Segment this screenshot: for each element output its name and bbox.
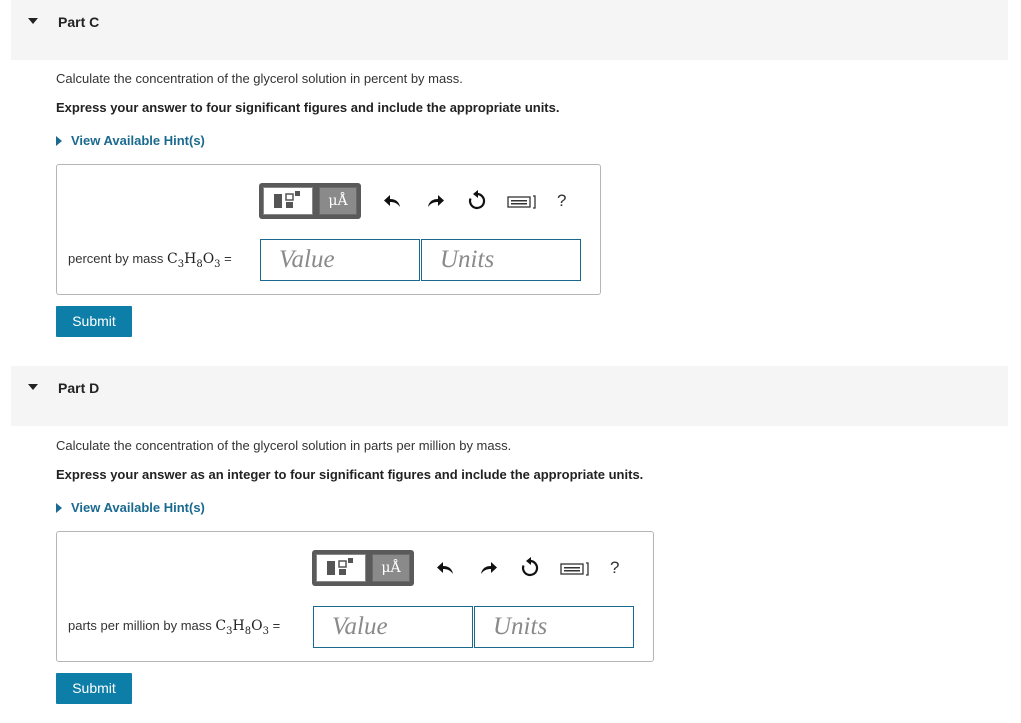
redo-icon[interactable] xyxy=(423,189,447,213)
part-c-header[interactable]: Part C xyxy=(11,0,1008,60)
templates-icon xyxy=(274,191,300,208)
submit-button[interactable]: Submit xyxy=(56,306,132,337)
view-hints-link[interactable]: View Available Hint(s) xyxy=(56,133,205,148)
instruction-text: Express your answer to four significant … xyxy=(56,100,560,115)
equals-sign: = xyxy=(272,618,281,633)
math-toolbar: μÅ ? xyxy=(259,183,589,219)
units-input[interactable]: Units xyxy=(421,239,581,281)
expand-arrow-icon xyxy=(56,136,62,146)
value-input[interactable]: Value xyxy=(313,606,473,648)
question-text: Calculate the concentration of the glyce… xyxy=(56,71,463,86)
undo-icon[interactable] xyxy=(434,556,458,580)
templates-button[interactable] xyxy=(263,187,313,215)
hint-link-label: View Available Hint(s) xyxy=(71,133,205,148)
answer-box: μÅ ? percent by mass C3H8O3 = Value Unit… xyxy=(56,164,601,295)
toolbar-group: μÅ xyxy=(312,550,414,586)
part-title: Part C xyxy=(58,14,100,30)
value-input[interactable]: Value xyxy=(260,239,420,281)
answer-label-text: percent by mass xyxy=(68,251,164,266)
answer-label: percent by mass C3H8O3 = xyxy=(68,251,232,270)
collapse-arrow-icon[interactable] xyxy=(28,384,38,390)
collapse-arrow-icon[interactable] xyxy=(28,18,38,24)
part-title: Part D xyxy=(58,380,100,396)
units-button[interactable]: μÅ xyxy=(372,554,410,582)
units-input[interactable]: Units xyxy=(474,606,634,648)
units-button[interactable]: μÅ xyxy=(319,187,357,215)
chemical-formula: C3H8O3 xyxy=(167,251,221,270)
submit-button[interactable]: Submit xyxy=(56,673,132,704)
answer-label: parts per million by mass C3H8O3 = xyxy=(68,618,280,637)
undo-icon[interactable] xyxy=(381,189,405,213)
part-d-header[interactable]: Part D xyxy=(11,366,1008,426)
help-icon[interactable]: ? xyxy=(610,556,619,580)
keyboard-icon[interactable] xyxy=(560,556,590,580)
templates-icon xyxy=(327,558,353,575)
hint-link-label: View Available Hint(s) xyxy=(71,500,205,515)
help-icon[interactable]: ? xyxy=(557,189,566,213)
reset-icon[interactable] xyxy=(518,556,542,580)
keyboard-icon[interactable] xyxy=(507,189,537,213)
answer-box: μÅ ? parts per million by mass C3H8O3 = … xyxy=(56,531,654,662)
question-text: Calculate the concentration of the glyce… xyxy=(56,438,512,453)
redo-icon[interactable] xyxy=(476,556,500,580)
equals-sign: = xyxy=(224,251,232,266)
templates-button[interactable] xyxy=(316,554,366,582)
chemical-formula: C3H8O3 xyxy=(215,618,269,637)
reset-icon[interactable] xyxy=(465,189,489,213)
expand-arrow-icon xyxy=(56,503,62,513)
instruction-text: Express your answer as an integer to fou… xyxy=(56,467,644,482)
toolbar-group: μÅ xyxy=(259,183,361,219)
math-toolbar: μÅ ? xyxy=(312,550,642,586)
view-hints-link[interactable]: View Available Hint(s) xyxy=(56,500,205,515)
answer-label-text: parts per million by mass xyxy=(68,618,212,633)
